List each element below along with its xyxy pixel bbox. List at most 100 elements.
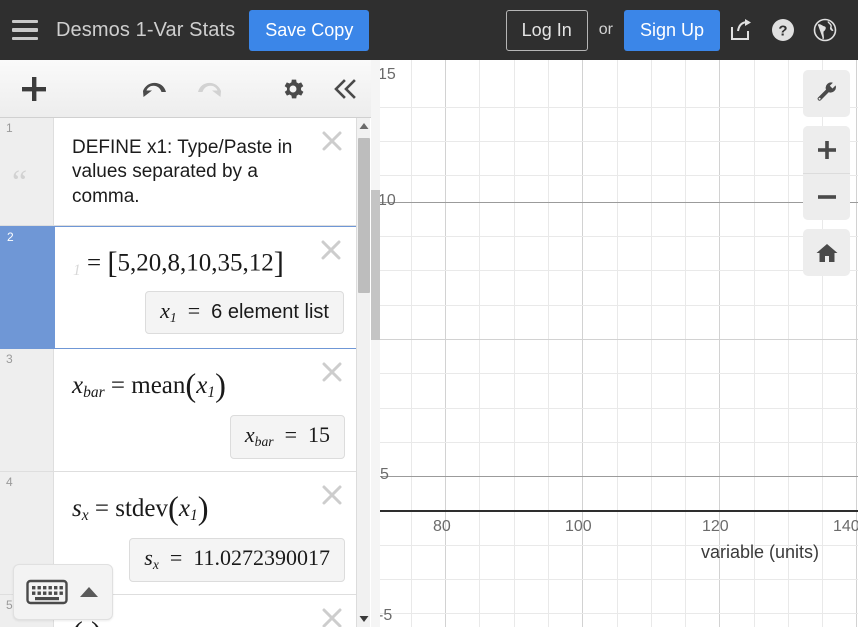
graph-canvas[interactable]: 15 10 5 -5 80 100 120 140 variable (unit…	[371, 60, 858, 627]
equals-sign: =	[94, 494, 109, 522]
result-equals: =	[187, 297, 201, 323]
lhs-var: x	[72, 371, 84, 399]
x-tick-label: 80	[433, 518, 451, 535]
home-icon[interactable]	[803, 229, 850, 276]
row-number: 1	[6, 121, 13, 135]
help-icon[interactable]: ?	[762, 8, 804, 52]
delete-row-button[interactable]	[318, 237, 344, 263]
lhs-sub: x	[81, 507, 89, 525]
result-wrap-4: sx = 11.0272390017	[72, 537, 347, 582]
row-number: 4	[6, 475, 13, 489]
gear-icon[interactable]	[267, 60, 319, 118]
grid-v	[548, 60, 549, 627]
hamburger-menu-icon[interactable]	[0, 0, 50, 60]
zoom-in-button[interactable]	[803, 126, 850, 173]
zoom-out-button[interactable]	[803, 173, 850, 220]
arg-var: x	[178, 494, 190, 522]
log-in-button[interactable]: Log In	[505, 9, 588, 51]
keyboard-toggle-button[interactable]	[13, 564, 113, 620]
page-title: Desmos 1-Var Stats	[56, 18, 236, 41]
row-index-3[interactable]: 3	[0, 349, 54, 471]
result-wrap-3: xbar = 15	[72, 414, 347, 459]
x-tick-label: 100	[565, 518, 592, 535]
row-body-1[interactable]: DEFINE x1: Type/Paste in values separate…	[54, 118, 357, 225]
grid-v-major	[582, 60, 583, 627]
home-group	[803, 229, 850, 276]
grid-v	[685, 60, 686, 627]
row-body-3[interactable]: xbar = mean(x1) xbar = 15	[54, 349, 357, 471]
zoom-group	[803, 126, 850, 220]
header-right-group: Log In or Sign Up ?	[505, 8, 858, 52]
undo-button[interactable]	[126, 60, 182, 118]
note-text: DEFINE x1: Type/Paste in values separate…	[72, 137, 293, 207]
lhs-sub: bar	[83, 384, 105, 402]
x-axis-title: variable (units)	[701, 542, 820, 562]
close-paren: )	[197, 491, 209, 527]
result-wrap-2: x1 = 6 element list	[73, 290, 346, 335]
grid-v-major	[445, 60, 446, 627]
result-value: 11.0272390017	[193, 544, 330, 570]
row-index-1[interactable]: 1 “	[0, 118, 54, 225]
grid-v	[479, 60, 480, 627]
grid-h	[371, 579, 858, 580]
grid-h	[371, 107, 858, 108]
row-number: 5	[6, 597, 13, 612]
save-copy-button[interactable]: Save Copy	[249, 9, 370, 51]
delete-row-button[interactable]	[319, 482, 345, 508]
arg-sub: 1	[207, 384, 216, 402]
expression-panel: 1 “ DEFINE x1: Type/Paste in values sepa…	[0, 60, 371, 627]
wrench-icon[interactable]	[803, 70, 850, 117]
share-icon[interactable]	[720, 8, 762, 52]
graph-left-scrollbar[interactable]	[371, 60, 380, 627]
or-label: or	[598, 21, 613, 38]
collapse-panel-button[interactable]	[319, 60, 371, 118]
graph-settings-group	[803, 70, 850, 117]
sign-up-button[interactable]: Sign Up	[623, 9, 720, 51]
redo-button[interactable]	[182, 60, 238, 118]
list-values: 5,20,8,10,35,12	[117, 249, 274, 277]
result-badge-2: x1 = 6 element list	[145, 290, 344, 335]
result-var-sub: x	[152, 556, 159, 572]
graph-tools	[803, 70, 850, 285]
delete-row-button[interactable]	[319, 128, 345, 154]
result-value: 6 element list	[211, 300, 329, 323]
expression-math-2[interactable]: 1 = [5,20,8,10,35,12]	[73, 246, 346, 281]
grid-h-major	[371, 339, 858, 340]
expression-math-3[interactable]: xbar = mean(x1)	[72, 368, 347, 405]
delete-row-button[interactable]	[319, 605, 345, 627]
y-tick-label: 15	[378, 66, 396, 83]
expression-row-1[interactable]: 1 “ DEFINE x1: Type/Paste in values sepa…	[0, 118, 357, 226]
grid-h	[371, 175, 858, 176]
expression-list[interactable]: 1 “ DEFINE x1: Type/Paste in values sepa…	[0, 118, 371, 627]
equals-sign: =	[87, 249, 102, 277]
delete-row-button[interactable]	[319, 359, 345, 385]
expression-row-2[interactable]: 2 1 = [5,20,8,10,35,12] x1 = 6 element l…	[0, 226, 357, 349]
row-number: 3	[6, 352, 13, 366]
grid-h	[371, 236, 858, 237]
result-value: 15	[308, 421, 330, 447]
result-equals: =	[169, 544, 183, 570]
grid-h	[371, 270, 858, 271]
expression-list-scrollbar[interactable]	[356, 118, 370, 627]
lhs-var: s	[72, 494, 82, 522]
desmos-app: Desmos 1-Var Stats Save Copy Log In or S…	[0, 0, 858, 627]
globe-icon[interactable]	[804, 8, 846, 52]
graph-scrollbar-thumb[interactable]	[371, 190, 380, 340]
scrollbar-thumb[interactable]	[358, 138, 370, 293]
open-paren: (	[185, 368, 197, 404]
grid-v	[411, 60, 412, 627]
expression-math-4[interactable]: sx = stdev(x1)	[72, 491, 347, 528]
expression-math-5[interactable]: ( )	[72, 616, 347, 627]
y-tick-label: 10	[378, 192, 396, 209]
keyboard-icon	[26, 579, 68, 605]
expression-row-3[interactable]: 3 xbar = mean(x1) xbar = 15	[0, 349, 357, 472]
add-expression-button[interactable]	[0, 60, 68, 118]
grid-v	[651, 60, 652, 627]
result-var-sub: 1	[169, 309, 177, 325]
result-var-sub: bar	[254, 433, 274, 449]
row-body-2[interactable]: 1 = [5,20,8,10,35,12] x1 = 6 element lis…	[55, 227, 356, 348]
result-var: s	[144, 544, 153, 570]
scroll-up-button[interactable]	[357, 118, 371, 134]
row-index-2[interactable]: 2	[1, 227, 55, 348]
scroll-down-button[interactable]	[357, 611, 371, 627]
